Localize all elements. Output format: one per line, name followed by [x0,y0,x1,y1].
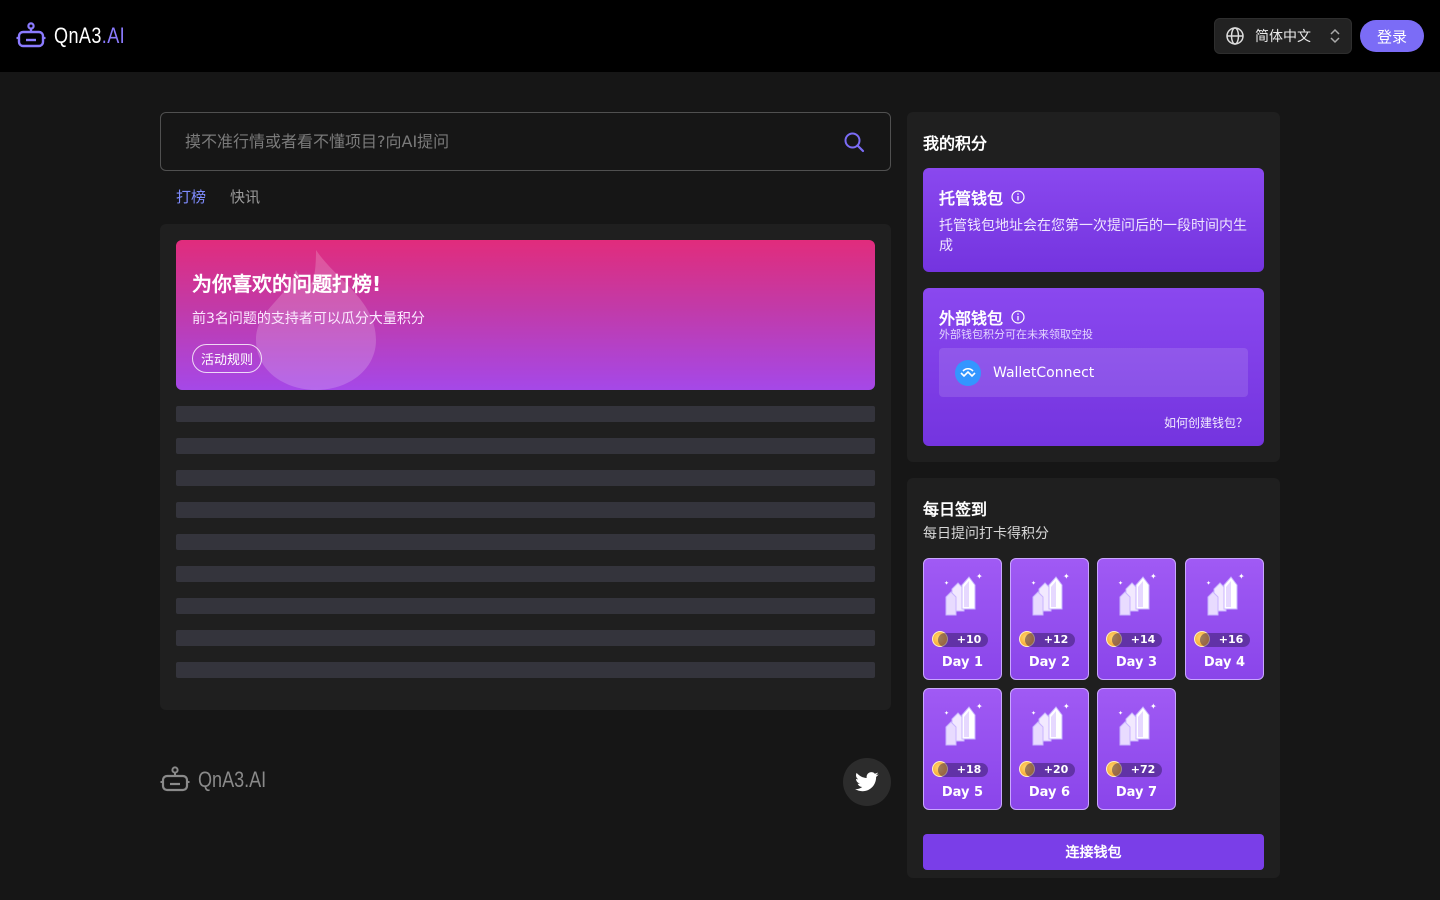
day-tile[interactable]: ✦ ✦ +20 Day 6 [1010,688,1089,810]
twitter-icon [855,772,879,792]
top-bar: QnA3.AI 简体中文 登录 [0,0,1440,72]
custody-wallet-header: 托管钱包 [939,185,1025,209]
day-label: Day 2 [1028,655,1071,670]
rules-button[interactable]: 活动规则 [192,344,263,373]
skeleton-line [176,438,875,454]
skeleton-line [176,662,875,678]
how-to-create-wallet-link[interactable]: 如何创建钱包？ [1164,414,1248,431]
day-reward: +14 [1112,633,1162,647]
logo-ai: .AI [101,23,126,48]
svg-text:✦: ✦ [1063,572,1070,581]
day-label: Day 6 [1028,785,1071,800]
skeleton-line [176,566,875,582]
search-icon[interactable] [842,130,866,154]
svg-text:✦: ✦ [1031,580,1036,587]
svg-text:✦: ✦ [1150,702,1157,711]
day-reward: +20 [1025,763,1075,777]
daily-title: 每日签到 [923,500,988,519]
my-points-card: 我的积分 托管钱包 托管钱包地址会在您第一次提问后的一段时间内生成 外部钱包 外… [907,112,1280,462]
connect-wallet-button[interactable]: 连接钱包 [923,834,1264,870]
skeleton-line [176,534,875,550]
day-tile[interactable]: ✦ ✦ +16 Day 4 [1185,558,1264,680]
tab-bar: 打榜 快讯 [176,186,260,207]
skeleton-line [176,470,875,486]
day-label: Day 5 [941,785,984,800]
crystal-icon: ✦✦ [1031,702,1070,746]
daily-subtitle: 每日提问打卡得积分 [923,526,1049,542]
custody-wallet-card: 托管钱包 托管钱包地址会在您第一次提问后的一段时间内生成 [923,168,1264,272]
footer-logo-text: QnA3.AI [198,767,267,792]
info-icon[interactable] [1011,310,1025,324]
custody-wallet-desc: 托管钱包地址会在您第一次提问后的一段时间内生成 [939,218,1247,254]
crystal-icon: ✦✦ [1118,702,1157,746]
walletconnect-label: WalletConnect [993,364,1095,381]
tab-news[interactable]: 快讯 [230,186,260,207]
points-title: 我的积分 [923,134,988,153]
language-label: 简体中文 [1255,29,1311,45]
crystal-icon: ✦✦ [944,572,983,616]
day-reward: +18 [938,763,988,777]
svg-text:✦: ✦ [1118,580,1123,587]
svg-text:✦: ✦ [1031,710,1036,717]
tab-leaderboard[interactable]: 打榜 [176,186,206,207]
chevron-updown-icon [1330,28,1340,44]
walletconnect-icon [955,359,981,386]
search-input[interactable] [185,132,842,151]
banner-title: 为你喜欢的问题打榜! [192,272,382,296]
svg-text:✦: ✦ [976,702,983,711]
day-label: Day 4 [1203,655,1246,670]
external-wallet-card: 外部钱包 外部钱包积分可在未来领取空投 WalletConnect 如何创建钱包… [923,288,1264,446]
skeleton-line [176,502,875,518]
robot-logo-icon [160,766,190,792]
logo-main: QnA3 [54,23,102,48]
day-reward: +16 [1200,633,1250,647]
day-reward: +72 [1112,763,1162,777]
day-tile[interactable]: ✦ ✦ +72 Day 7 [1097,688,1176,810]
footer-logo: QnA3.AI [160,766,281,794]
crystal-icon: ✦✦ [1206,572,1245,616]
day-label: Day 1 [941,655,984,670]
promo-banner: 为你喜欢的问题打榜! 前3名问题的支持者可以瓜分大量积分 活动规则 [176,240,875,390]
twitter-button[interactable] [843,758,891,806]
svg-text:✦: ✦ [1238,572,1245,581]
svg-text:✦: ✦ [944,580,949,587]
external-wallet-desc: 外部钱包积分可在未来领取空投 [939,328,1093,341]
day-tile[interactable]: ✦ ✦ +10 Day 1 [923,558,1002,680]
logo-text: QnA3.AI [54,23,125,49]
day-reward: +12 [1025,633,1075,647]
walletconnect-button[interactable]: WalletConnect [939,348,1248,397]
banner-subtitle: 前3名问题的支持者可以瓜分大量积分 [192,311,425,327]
svg-text:✦: ✦ [1150,572,1157,581]
skeleton-line [176,406,875,422]
day-label: Day 3 [1115,655,1158,670]
skeleton-line [176,598,875,614]
login-button[interactable]: 登录 [1360,20,1424,52]
day-tile[interactable]: ✦ ✦ +12 Day 2 [1010,558,1089,680]
svg-text:✦: ✦ [1063,702,1070,711]
svg-text:✦: ✦ [944,710,949,717]
info-icon[interactable] [1011,190,1025,204]
globe-icon [1226,27,1244,45]
day-tile[interactable]: ✦ ✦ +14 Day 3 [1097,558,1176,680]
robot-logo-icon [16,22,46,48]
svg-text:✦: ✦ [1118,710,1123,717]
daily-checkin-card: 每日签到 每日提问打卡得积分 ✦ ✦ +10 Day 1 ✦ ✦ +12 Day 2 ✦ ✦ +14… [907,478,1280,878]
crystal-icon: ✦✦ [944,702,983,746]
svg-text:✦: ✦ [976,572,983,581]
day-tile[interactable]: ✦ ✦ +18 Day 5 [923,688,1002,810]
custody-wallet-title: 托管钱包 [939,189,1004,208]
day-label: Day 7 [1115,785,1158,800]
day-reward: +10 [938,633,988,647]
svg-text:✦: ✦ [1206,580,1211,587]
logo[interactable]: QnA3.AI [16,20,141,52]
leaderboard-panel: 为你喜欢的问题打榜! 前3名问题的支持者可以瓜分大量积分 活动规则 [160,224,891,710]
crystal-icon: ✦✦ [1031,572,1070,616]
crystal-icon: ✦✦ [1118,572,1157,616]
language-select[interactable]: 简体中文 [1214,18,1352,54]
skeleton-line [176,630,875,646]
search-bar [160,112,891,171]
